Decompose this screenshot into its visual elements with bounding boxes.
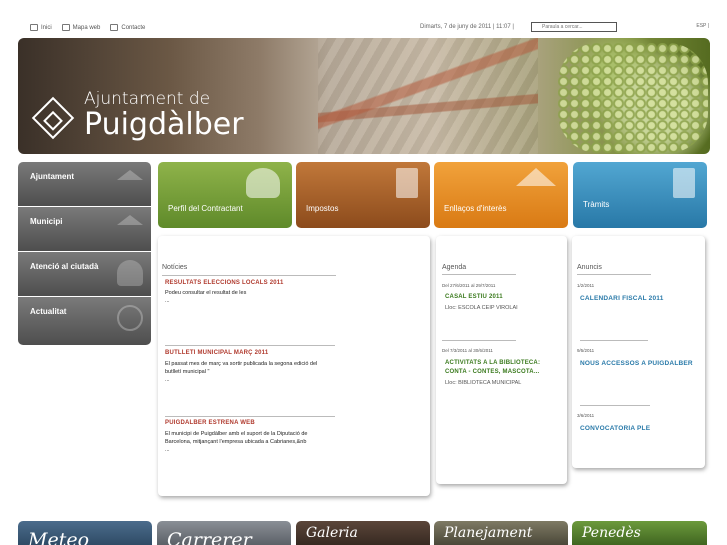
agenda-heading: Agenda (442, 264, 467, 271)
divider (580, 340, 648, 341)
document-icon (396, 168, 418, 198)
news-item-text: El municipi de Puigdàlber amb el suport … (165, 430, 307, 454)
event-date: Del 27/6/2011 al 29/7/2011 (442, 283, 496, 288)
news-item-line: ... (165, 377, 170, 383)
news-item-line: El municipi de Puigdàlber amb el suport … (165, 431, 308, 437)
event-title[interactable]: ACTIVITATS A LA BIBLIOTECA: CONTA - CONT… (445, 359, 540, 377)
announcement-date: 9/5/2011 (577, 348, 595, 353)
nav-home-link[interactable]: Inici (30, 24, 52, 31)
document-icon (673, 168, 695, 198)
date-time: Dimarts, 7 de juny de 2011 | 11:07 | (420, 24, 514, 30)
nav-sitemap-label: Mapa web (72, 24, 101, 31)
top-bar: Inici Mapa web Contacte Dimarts, 7 de ju… (30, 22, 717, 36)
news-heading: Notícies (162, 264, 188, 271)
people-icon (117, 260, 143, 286)
announcement-title[interactable]: CALENDARI FISCAL 2011 (580, 295, 664, 302)
news-item-line: Podeu consultar el resultat de les (165, 290, 247, 296)
people-icon (246, 168, 280, 198)
link-label: Carrerer (167, 529, 252, 545)
globe-icon (117, 305, 143, 331)
announcement-date: 3/6/2011 (577, 413, 595, 418)
menu-item-ajuntament[interactable]: Ajuntament (18, 162, 151, 206)
event-place: Lloc: BIBLIOTECA MUNICIPAL (445, 380, 522, 386)
home-icon (30, 24, 38, 31)
event-date: Del 7/3/2011 al 30/6/2011 (442, 348, 493, 353)
divider (165, 416, 335, 417)
link-planejament[interactable]: Planejament (434, 521, 568, 545)
logo-line1: Ajuntament de (84, 89, 211, 109)
tile-label: Tràmits (583, 200, 610, 209)
tile-label: Enllaços d'interès (444, 204, 507, 213)
nav-contact-label: Contacte (121, 24, 146, 31)
news-item-text: Podeu consultar el resultat de les ... (165, 289, 246, 305)
menu-item-atencio[interactable]: Atenció al ciutadà (18, 252, 151, 296)
event-place: Lloc: ESCOLA CEIP VIROLAI (445, 305, 518, 311)
tile-tramits[interactable]: Tràmits (573, 162, 707, 228)
divider (165, 345, 335, 346)
nav-contact-link[interactable]: Contacte (110, 24, 145, 31)
news-item-text: El passat mes de març va sortir publicad… (165, 360, 317, 384)
news-item-title[interactable]: BUTLLETI MUNICIPAL MARÇ 2011 (165, 350, 268, 356)
tile-enllacos[interactable]: Enllaços d'interès (434, 162, 568, 228)
coat-of-arms-icon (31, 96, 75, 140)
link-label: Meteo (28, 529, 90, 545)
divider (577, 274, 651, 275)
menu-item-municipi[interactable]: Municipi (18, 207, 151, 251)
divider (580, 405, 650, 406)
news-panel: Notícies RESULTATS ELECCIONS LOCALS 2011… (158, 236, 430, 496)
divider (162, 275, 336, 276)
nav-sitemap-link[interactable]: Mapa web (61, 24, 101, 31)
menu-item-label: Ajuntament (30, 172, 74, 181)
logo-line2: Puigdàlber (84, 107, 244, 142)
top-nav: Inici Mapa web Contacte (30, 24, 145, 31)
announcements-panel: Anuncis 1/2/2011 CALENDARI FISCAL 2011 9… (572, 236, 705, 468)
banner-photo-grapes (558, 43, 708, 153)
link-label: Galeria (306, 525, 358, 541)
news-item-line: Barcelona, mitjançant l'empresa ubicada … (165, 439, 307, 445)
tile-label: Perfil del Contractant (168, 204, 243, 213)
menu-item-actualitat[interactable]: Actualitat (18, 297, 151, 345)
houses-icon (117, 215, 143, 241)
link-label: Planejament (444, 525, 533, 541)
menu-item-label: Municipi (30, 217, 63, 226)
news-item-title[interactable]: RESULTATS ELECCIONS LOCALS 2011 (165, 280, 284, 286)
house-icon (117, 170, 143, 196)
announcement-title[interactable]: CONVOCATORIA PLE (580, 425, 650, 432)
news-item-title[interactable]: PUIGDALBER ESTRENA WEB (165, 420, 255, 426)
tile-impostos[interactable]: Impostos (296, 162, 430, 228)
event-title-line: ACTIVITATS A LA BIBLIOTECA: (445, 360, 541, 366)
announcements-heading: Anuncis (577, 264, 602, 271)
sitemap-icon (61, 24, 70, 31)
news-item-line: butlletí municipal " (165, 369, 210, 375)
banner-photo-town (318, 38, 538, 154)
left-menu: Ajuntament Municipi Atenció al ciutadà A… (18, 162, 151, 346)
announcement-title[interactable]: NOUS ACCESSOS A PUIGDALBER (580, 360, 693, 367)
house-icon (516, 168, 556, 186)
tile-label: Impostos (306, 204, 339, 213)
news-item-line: ... (165, 447, 170, 453)
divider (442, 274, 516, 275)
link-galeria[interactable]: Galeria (296, 521, 430, 545)
link-meteo[interactable]: Meteo (18, 521, 152, 545)
link-penedes[interactable]: Penedès (572, 521, 707, 545)
tile-perfil-contractant[interactable]: Perfil del Contractant (158, 162, 292, 228)
divider (442, 340, 516, 341)
nav-home-label: Inici (41, 24, 52, 31)
header-banner: Ajuntament de Puigdàlber (18, 38, 710, 154)
language-switch[interactable]: ESP | (696, 23, 709, 29)
agenda-panel: Agenda Del 27/6/2011 al 29/7/2011 CASAL … (436, 236, 567, 484)
event-title-line: CONTA - CONTES, MASCOTA... (445, 369, 540, 375)
announcement-date: 1/2/2011 (577, 283, 595, 288)
event-title[interactable]: CASAL ESTIU 2011 (445, 293, 503, 302)
search-input[interactable] (531, 22, 617, 32)
news-item-line: El passat mes de març va sortir publicad… (165, 361, 318, 367)
mail-icon (110, 24, 119, 31)
news-item-line: ... (165, 298, 170, 304)
menu-item-label: Actualitat (30, 307, 67, 316)
link-label: Penedès (582, 525, 641, 541)
menu-item-label: Atenció al ciutadà (30, 262, 99, 271)
link-carrerer[interactable]: Carrerer (157, 521, 291, 545)
